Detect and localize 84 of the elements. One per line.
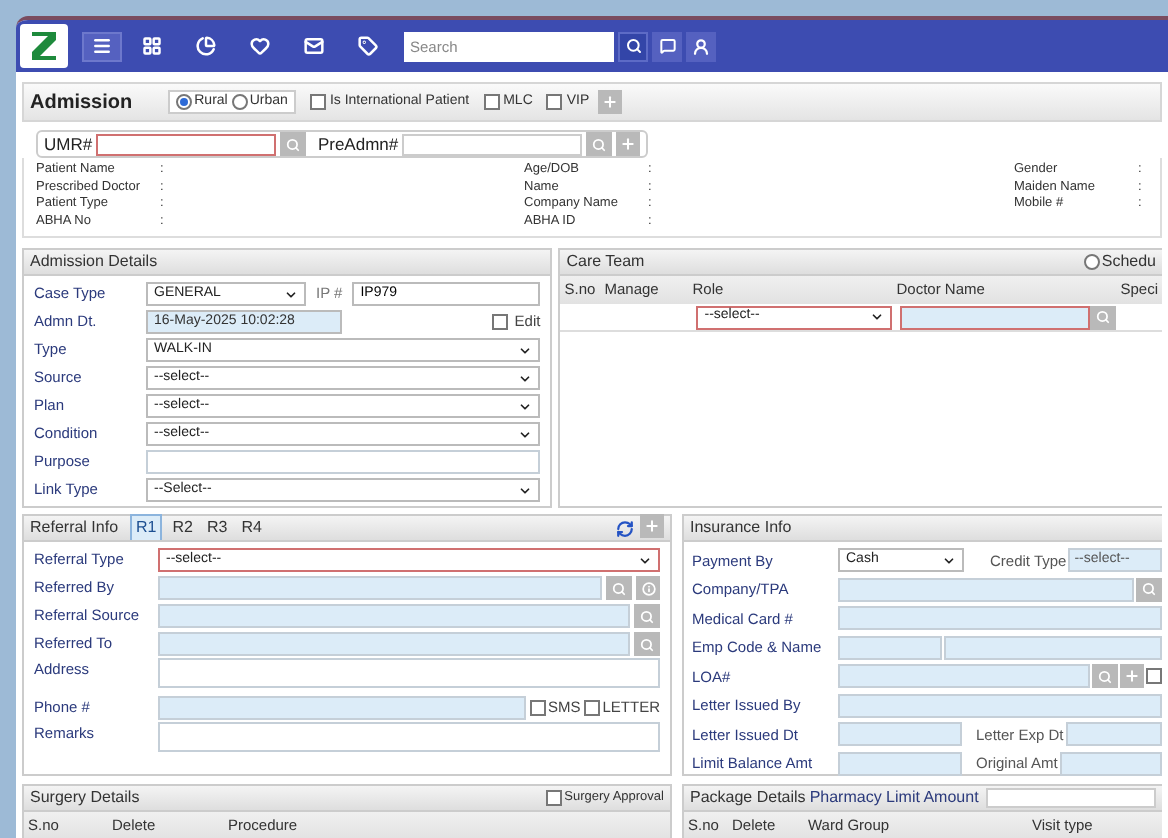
user-icon	[692, 37, 710, 55]
input-field[interactable]	[838, 722, 962, 747]
input-field[interactable]	[158, 696, 526, 720]
page-title: Admission	[30, 89, 133, 117]
field-label: Pharmacy Limit Amount	[809, 786, 979, 810]
checkbox[interactable]	[309, 94, 326, 110]
input-field[interactable]	[1059, 751, 1162, 776]
referral-tab[interactable]: R3	[203, 516, 232, 540]
panel-title: Referral Info	[30, 516, 119, 540]
heart-icon[interactable]	[249, 36, 269, 56]
input-field[interactable]	[838, 635, 942, 660]
input-field[interactable]	[986, 788, 1156, 808]
input-field[interactable]	[146, 450, 541, 474]
caret-icon	[638, 553, 652, 567]
input-field[interactable]	[838, 606, 1162, 631]
plus-icon	[601, 94, 618, 110]
input-field[interactable]	[838, 664, 1090, 689]
radio-label: Schedu	[1101, 250, 1156, 274]
search-icon	[1098, 669, 1112, 684]
add-button[interactable]	[1120, 664, 1144, 689]
referral-tab[interactable]: R1	[130, 514, 163, 540]
plus-icon	[1124, 668, 1140, 685]
input-field[interactable]	[838, 693, 1162, 718]
add-button[interactable]	[597, 90, 622, 114]
logo-icon[interactable]	[20, 24, 68, 68]
search-icon	[625, 38, 641, 54]
input-field[interactable]	[158, 604, 630, 628]
mail-icon[interactable]	[303, 36, 323, 56]
checkbox[interactable]	[529, 700, 546, 716]
input-field[interactable]	[158, 722, 660, 752]
umr-field[interactable]	[96, 133, 276, 155]
input-field[interactable]	[1065, 722, 1162, 747]
caret-icon	[942, 553, 956, 568]
tag-icon[interactable]	[357, 36, 377, 56]
panel-title: Surgery Details	[30, 786, 140, 810]
info-icon	[641, 581, 655, 595]
checkbox[interactable]	[483, 94, 500, 110]
menu-button[interactable]	[82, 31, 122, 61]
checkbox[interactable]	[546, 94, 563, 110]
search-icon	[591, 137, 606, 151]
referral-tab[interactable]: R2	[168, 516, 197, 540]
search-icon	[612, 581, 626, 595]
plus-icon	[619, 136, 636, 152]
chat-button[interactable]	[652, 31, 682, 61]
radio-button[interactable]	[176, 94, 193, 110]
search-icon	[1142, 582, 1156, 597]
refresh-icon[interactable]	[616, 519, 634, 537]
search-button[interactable]	[618, 31, 648, 61]
menu-icon	[92, 36, 112, 56]
caret-icon	[870, 310, 885, 324]
chat-icon	[659, 38, 675, 54]
search-icon	[640, 609, 654, 623]
add-button[interactable]	[615, 132, 640, 156]
search-icon	[285, 137, 300, 151]
referral-tab[interactable]: R4	[237, 516, 266, 540]
panel-title: Package Details	[690, 786, 806, 810]
grid-icon[interactable]	[141, 36, 161, 56]
user-button[interactable]	[686, 31, 716, 61]
checkbox[interactable]	[492, 314, 509, 330]
checkbox[interactable]	[546, 790, 563, 806]
input-field[interactable]	[944, 635, 1162, 660]
input-field[interactable]	[838, 577, 1134, 602]
radio-button[interactable]	[1083, 254, 1100, 270]
plus-icon	[644, 518, 660, 534]
checkbox[interactable]	[1146, 668, 1162, 685]
preadmn-field[interactable]	[402, 133, 582, 155]
field-label: UMR#	[44, 131, 93, 157]
search-icon	[1096, 310, 1111, 324]
doctor-name-field[interactable]	[900, 305, 1091, 329]
info-button[interactable]	[636, 576, 660, 600]
caret-icon	[518, 483, 533, 497]
panel-title: Admission Details	[30, 250, 158, 274]
panel-title: Care Team	[566, 250, 645, 274]
input-field[interactable]	[158, 632, 630, 656]
checkbox[interactable]	[584, 700, 601, 716]
field-label: PreAdmn#	[317, 131, 399, 157]
search-icon	[640, 637, 654, 651]
pie-chart-icon[interactable]	[195, 36, 215, 56]
input-field[interactable]	[838, 751, 962, 776]
panel-title: Insurance Info	[690, 516, 792, 540]
radio-button[interactable]	[231, 94, 248, 110]
caret-icon	[284, 287, 298, 301]
input-field[interactable]	[158, 576, 602, 600]
input-field[interactable]	[158, 658, 660, 688]
